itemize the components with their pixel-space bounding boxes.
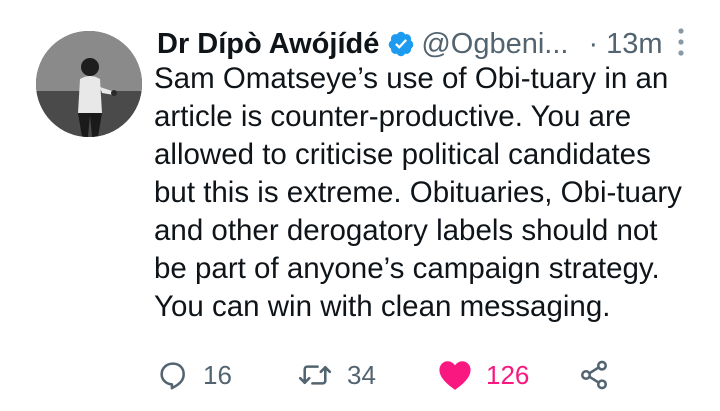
- tweet-text-line: and other derogatory labels should not: [154, 214, 658, 247]
- tweet-text-line: allowed to criticise political candidate…: [154, 138, 651, 171]
- reply-bubble-icon: [160, 362, 185, 390]
- tweet-text-line: You can win with clean messaging.: [154, 290, 611, 323]
- tweet-text-line: Sam Omatseye’s use of Obi-tuary in an: [154, 62, 669, 95]
- action-bar: 16 34 126: [0, 355, 720, 395]
- separator-dot: ·: [588, 27, 599, 60]
- verified-badge-icon: [389, 31, 414, 57]
- share-icon: [581, 360, 607, 390]
- retweet-count: 34: [347, 359, 376, 390]
- avatar-image: [36, 31, 142, 137]
- share-button[interactable]: [578, 355, 610, 395]
- like-button[interactable]: 126: [438, 355, 529, 395]
- tweet-text-line: article is counter-productive. You are: [154, 100, 632, 133]
- tweet-text: Sam Omatseye’s use of Obi-tuary in an ar…: [154, 60, 704, 326]
- tweet-timestamp[interactable]: 13m: [606, 28, 662, 61]
- tweet-text-line: be part of anyone’s campaign strategy.: [154, 252, 660, 285]
- author-name[interactable]: Dr Dípò Awójídé: [157, 28, 379, 61]
- retweet-icon: [298, 365, 332, 385]
- retweet-button[interactable]: 34: [297, 355, 376, 395]
- reply-count: 16: [203, 359, 232, 390]
- reply-button[interactable]: 16: [157, 355, 232, 395]
- author-handle[interactable]: @Ogbeni...: [421, 28, 568, 61]
- like-count: 126: [486, 359, 530, 390]
- heart-filled-icon: [439, 361, 471, 390]
- more-vertical-icon[interactable]: [676, 27, 686, 57]
- avatar[interactable]: [36, 31, 142, 137]
- tweet-header: Dr Dípò Awójídé @Ogbeni... · 13m: [157, 24, 697, 64]
- tweet-text-line: but this is extreme. Obituaries, Obi-tua…: [154, 176, 682, 209]
